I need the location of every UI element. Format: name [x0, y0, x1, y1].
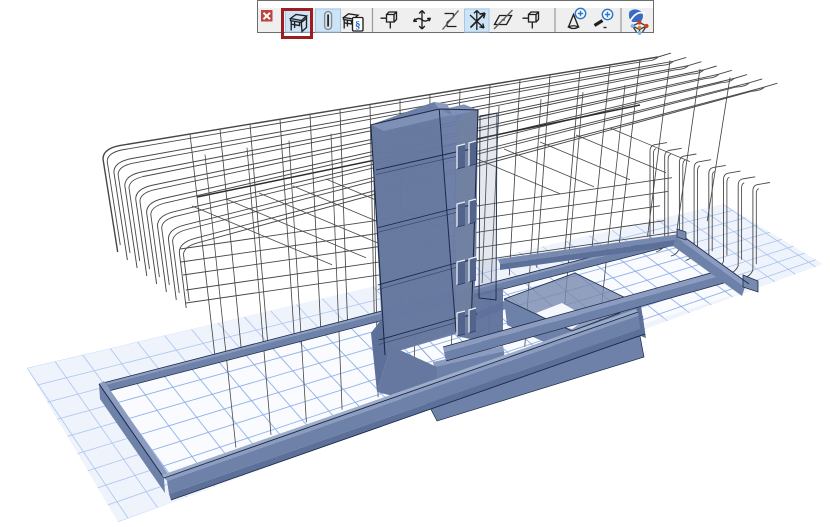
- svg-text:§: §: [355, 20, 361, 32]
